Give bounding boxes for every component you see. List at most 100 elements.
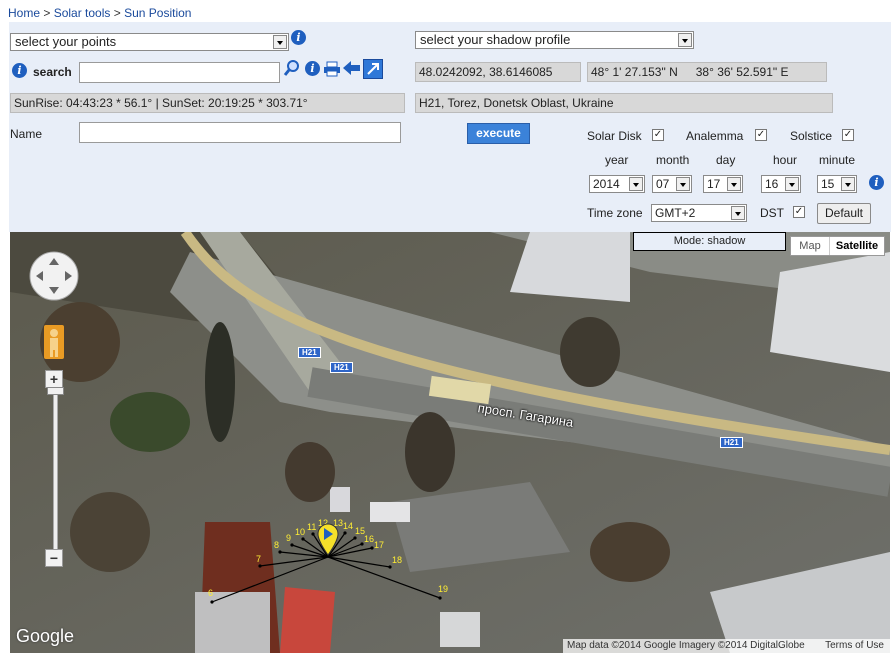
map-type-toggle: Map Satellite [790,236,885,256]
search-input[interactable] [79,62,280,83]
shadow-tip [301,537,305,541]
info-icon[interactable]: i [291,30,306,45]
chevron-down-icon[interactable] [841,177,855,191]
satellite-map[interactable]: H21 H21 H21 просп. Гагарина 6 7 8 9 10 11 12 13… [10,232,890,653]
hour-label: 17 [374,540,384,550]
hour-label: hour [773,153,798,167]
fullscreen-icon[interactable] [363,59,383,79]
chevron-down-icon[interactable] [273,35,287,49]
hour-label: 19 [438,584,448,594]
solar-disk-label: Solar Disk [587,129,642,143]
hour-label: 10 [295,527,305,537]
hour-value: 16 [765,177,779,191]
zoom-slider-track[interactable] [53,389,58,551]
hour-label: 6 [208,588,213,598]
hour-label: 9 [286,533,291,543]
shadow-line [327,556,391,568]
address: H21, Torez, Donetsk Oblast, Ukraine [415,93,833,113]
terms-of-use-link[interactable]: Terms of Use [825,639,884,653]
minute-select[interactable]: 15 [817,175,857,193]
dms-latitude: 48° 1' 27.153" N [591,65,678,79]
chevron-down-icon[interactable] [676,177,690,191]
dms-longitude: 38° 36' 52.591" E [695,65,789,79]
analemma-checkbox[interactable]: ✓ [755,129,767,141]
zoom-in-button[interactable]: + [45,370,63,388]
search-label: search [33,65,72,79]
decimal-coordinates: 48.0242092, 38.6146085 [415,62,581,82]
solstice-checkbox[interactable]: ✓ [842,129,854,141]
breadcrumb: Home > Solar tools > Sun Position [8,6,191,20]
print-icon[interactable] [323,61,341,77]
map-attribution: Map data ©2014 Google Imagery ©2014 Digi… [563,639,890,653]
chevron-down-icon[interactable] [629,177,643,191]
info-icon[interactable]: i [869,175,884,190]
search-icon[interactable] [283,59,301,77]
execute-button[interactable]: execute [467,123,530,144]
timezone-select[interactable]: GMT+2 [651,204,747,222]
zoom-slider-handle[interactable] [47,387,64,395]
day-label: day [716,153,736,167]
hour-select[interactable]: 16 [761,175,801,193]
shadow-profile-value: select your shadow profile [420,32,571,47]
breadcrumb-sun-position[interactable]: Sun Position [124,6,191,20]
breadcrumb-home[interactable]: Home [8,6,40,20]
shadow-tip [311,532,315,536]
chevron-down-icon[interactable] [727,177,741,191]
points-select-value: select your points [15,34,117,49]
year-value: 2014 [593,177,620,191]
breadcrumb-solar-tools[interactable]: Solar tools [54,6,111,20]
year-select[interactable]: 2014 [589,175,645,193]
shadow-tip [278,550,282,554]
map-button[interactable]: Map [791,237,830,255]
minute-value: 15 [821,177,835,191]
dst-checkbox[interactable]: ✓ [793,206,805,218]
hour-label: 16 [364,534,374,544]
info-icon[interactable]: i [305,61,320,76]
info-icon[interactable]: i [12,63,27,78]
satellite-button[interactable]: Satellite [830,237,884,255]
month-select[interactable]: 07 [652,175,692,193]
shadow-tip [343,531,347,535]
minute-label: minute [819,153,856,167]
solstice-label: Solstice [790,129,833,143]
mode-indicator: Mode: shadow [633,232,786,251]
shadow-tip [353,536,357,540]
hour-label: 7 [256,554,261,564]
back-arrow-icon[interactable] [343,61,361,75]
shadow-tip [290,543,294,547]
pan-control[interactable] [28,250,80,302]
shadow-line [327,556,441,599]
chevron-down-icon[interactable] [678,33,692,47]
name-input[interactable] [79,122,401,143]
sun-times: SunRise: 04:43:23 * 56.1° | SunSet: 20:1… [10,93,405,113]
month-label: month [656,153,690,167]
shadow-tip [210,600,214,604]
hour-label: 14 [343,521,353,531]
points-select[interactable]: select your points [10,33,289,51]
chevron-down-icon[interactable] [785,177,799,191]
hour-label: 11 [307,522,316,532]
dms-coordinates: 48° 1' 27.153" N 38° 36' 52.591" E [587,62,827,82]
breadcrumb-sep: > [40,6,54,20]
month-value: 07 [656,177,670,191]
shadow-overlay: 678910 11 12 13 14 1516171819 [208,518,448,604]
year-label: year [605,153,629,167]
location-marker-icon[interactable] [317,523,339,556]
timezone-label: Time zone [587,206,643,220]
attribution-text: Map data ©2014 Google Imagery ©2014 Digi… [567,640,805,651]
zoom-out-button[interactable]: − [45,549,63,567]
default-button[interactable]: Default [817,203,871,224]
google-logo: Google [16,626,75,646]
day-select[interactable]: 17 [703,175,743,193]
shadow-profile-select[interactable]: select your shadow profile [415,31,694,49]
breadcrumb-sep: > [110,6,125,20]
chevron-down-icon[interactable] [731,206,745,220]
hour-label: 8 [274,540,279,550]
name-label: Name [10,127,43,141]
day-value: 17 [707,177,721,191]
hour-label: 18 [392,555,402,565]
solar-disk-checkbox[interactable]: ✓ [652,129,664,141]
shadow-tip [388,565,392,569]
street-view-pegman-icon[interactable] [44,325,64,359]
analemma-label: Analemma [686,129,744,143]
